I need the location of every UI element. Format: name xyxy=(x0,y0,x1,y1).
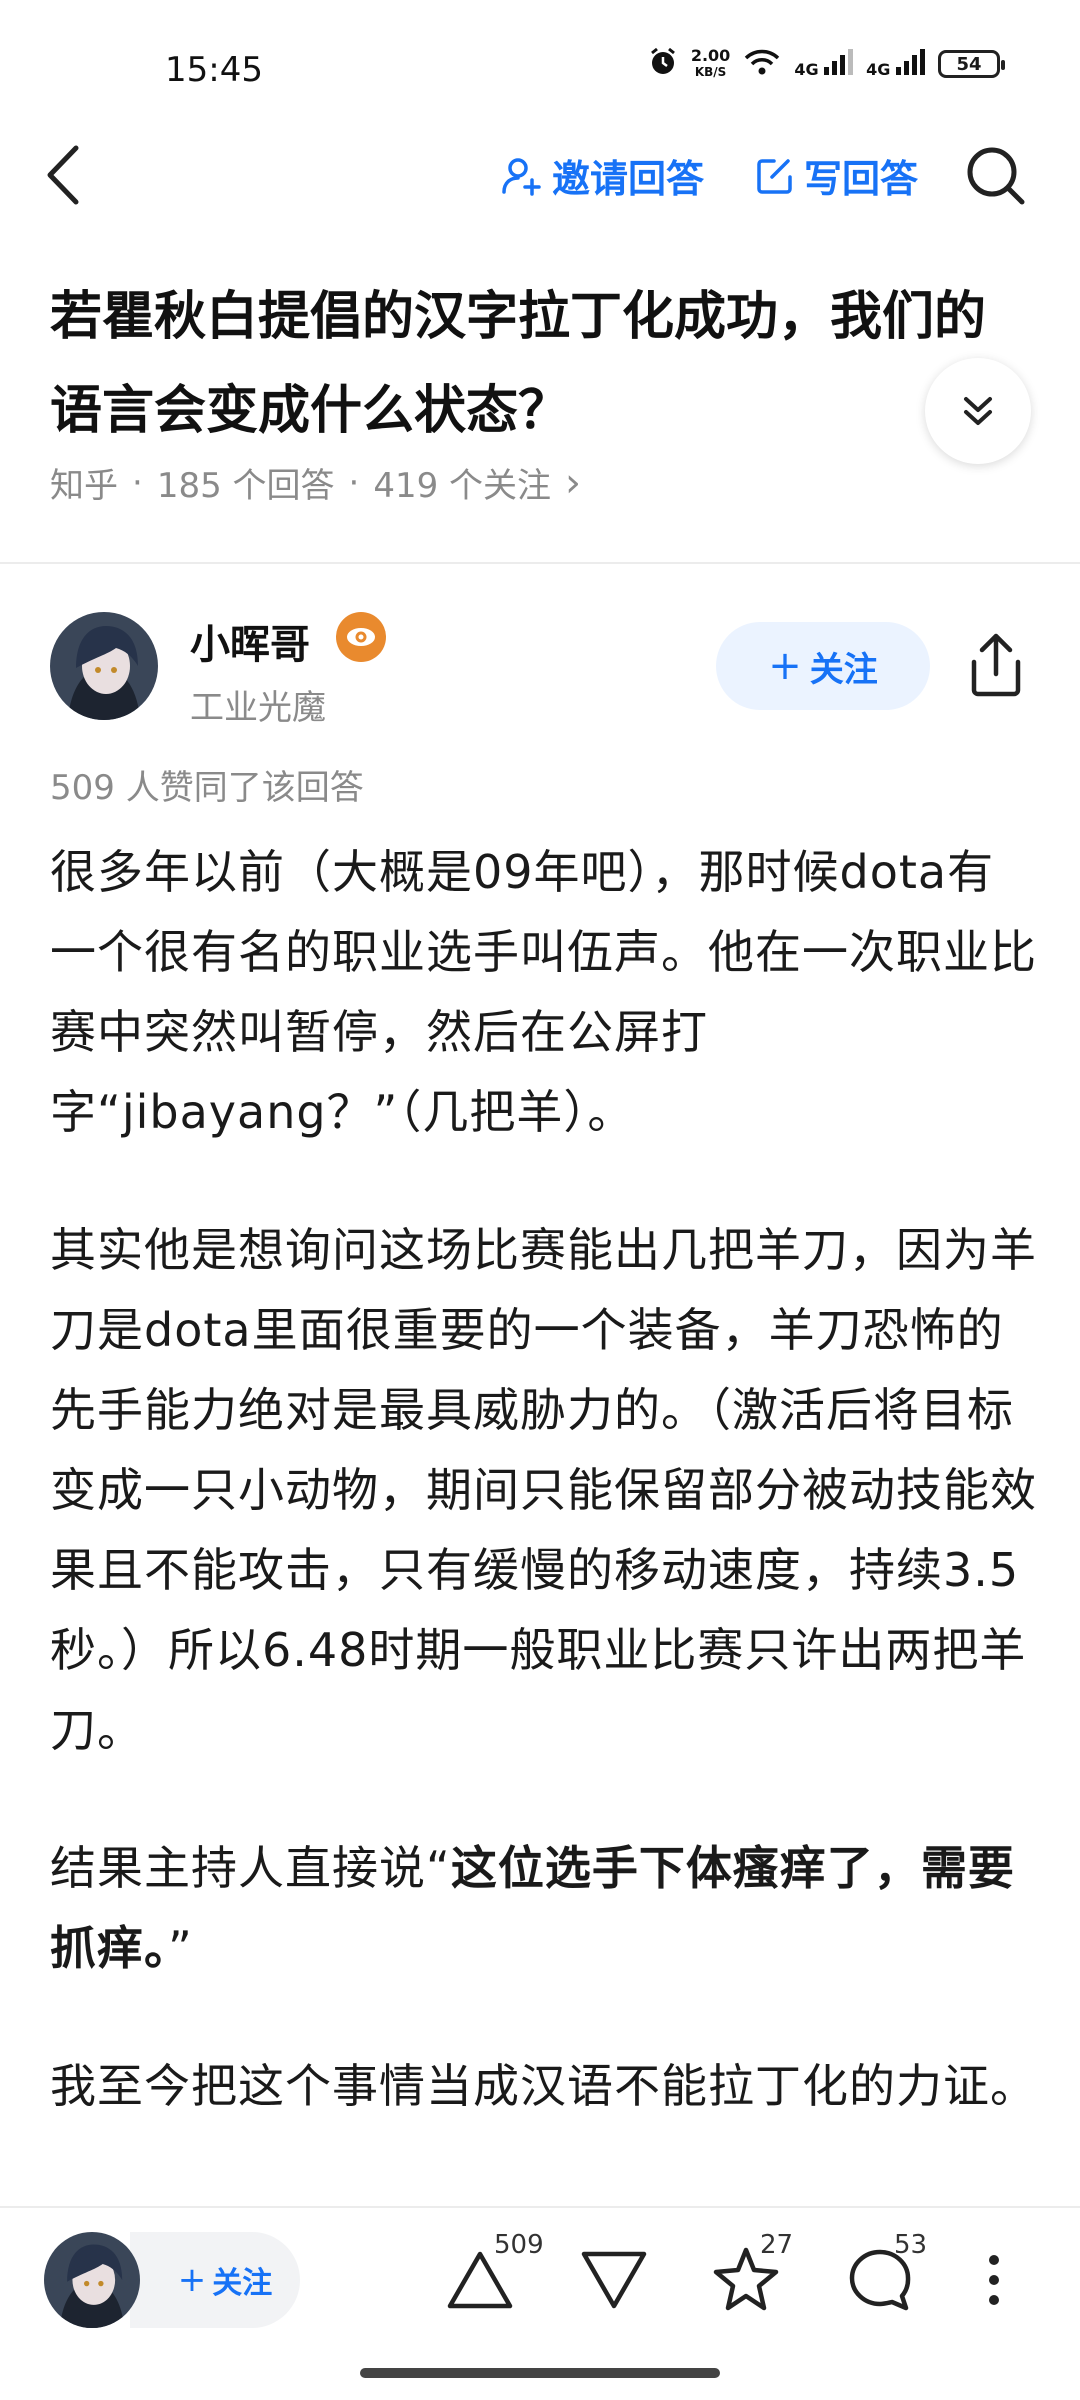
question-title[interactable]: 若瞿秋白提倡的汉字拉丁化成功，我们的语言会变成什么状态？ xyxy=(50,270,1030,458)
status-icons: 2.00 KB/S 4G 4G 54 xyxy=(647,46,1005,82)
signal-bars-icon xyxy=(896,49,925,75)
follow-author-button[interactable]: + 关注 xyxy=(716,622,930,710)
double-chevron-down-icon xyxy=(964,397,992,425)
chevron-right-icon: › xyxy=(565,459,582,506)
chevron-left-icon xyxy=(47,145,79,205)
separator: · xyxy=(132,462,143,503)
answer-paragraph-1: 很多年以前（大概是09年吧），那时候dota有一个很有名的职业选手叫伍声。他在一… xyxy=(50,845,1037,1139)
source-label: 知乎 xyxy=(50,466,118,506)
triangle-down-icon xyxy=(581,2251,647,2309)
followers-count: 419 个关注 xyxy=(373,466,552,506)
verified-badge-icon xyxy=(336,612,386,662)
author-avatar[interactable] xyxy=(50,612,158,720)
wifi-icon xyxy=(742,46,782,82)
author-bio: 工业光魔 xyxy=(190,688,326,728)
answer-content: 很多年以前（大概是09年吧），那时候dota有一个很有名的职业选手叫伍声。他在一… xyxy=(50,832,1040,2184)
bottom-follow-button[interactable]: + 关注 xyxy=(130,2232,300,2328)
share-button[interactable] xyxy=(966,630,1026,700)
more-options-button[interactable] xyxy=(972,2240,1016,2320)
author-name[interactable]: 小晖哥 xyxy=(190,612,310,670)
bottom-divider xyxy=(0,2206,1080,2208)
plus-icon: + xyxy=(768,643,802,689)
net-speed: 2.00 KB/S xyxy=(690,46,731,80)
question-meta[interactable]: 知乎 · 185 个回答 · 419 个关注 › xyxy=(50,458,581,507)
battery-icon: 54 xyxy=(938,50,1005,78)
signal-4g-2: 4G xyxy=(866,49,926,79)
answers-count: 185 个回答 xyxy=(156,466,335,506)
separator: · xyxy=(348,462,360,503)
status-time: 15:45 xyxy=(165,50,263,90)
answer-paragraph-3: 结果主持人直接说“这位选手下体瘙痒了，需要抓痒。” xyxy=(50,1841,1015,1975)
edit-icon xyxy=(757,158,792,194)
section-divider xyxy=(0,562,1080,564)
more-vertical-icon xyxy=(989,2255,999,2305)
plus-icon: + xyxy=(177,2260,207,2300)
signal-bars-icon xyxy=(824,49,854,75)
invite-user-icon xyxy=(502,157,541,196)
back-button[interactable] xyxy=(40,140,100,210)
expand-question-button[interactable] xyxy=(925,358,1031,464)
search-button[interactable] xyxy=(962,142,1028,208)
write-answer-button[interactable]: 写回答 xyxy=(754,148,918,203)
upvote-count: 509 xyxy=(494,2230,544,2260)
downvote-button[interactable] xyxy=(574,2240,654,2320)
share-icon xyxy=(971,633,1021,697)
answer-paragraph-2: 其实他是想询问这场比赛能出几把羊刀，因为羊刀是dota里面很重要的一个装备，羊刀… xyxy=(50,1223,1037,1757)
signal-4g-1: 4G xyxy=(794,49,854,79)
invite-answer-button[interactable]: 邀请回答 xyxy=(500,148,704,203)
home-indicator[interactable] xyxy=(360,2368,720,2378)
bottom-author-avatar[interactable] xyxy=(44,2232,140,2328)
comment-count: 53 xyxy=(894,2230,928,2260)
alarm-icon xyxy=(647,46,679,82)
favorite-count: 27 xyxy=(760,2230,794,2260)
likes-summary: 509 人赞同了该回答 xyxy=(50,768,364,808)
answer-paragraph-4: 我至今把这个事情当成汉语不能拉丁化的力证。 xyxy=(50,2059,1037,2113)
search-icon xyxy=(967,147,1025,205)
